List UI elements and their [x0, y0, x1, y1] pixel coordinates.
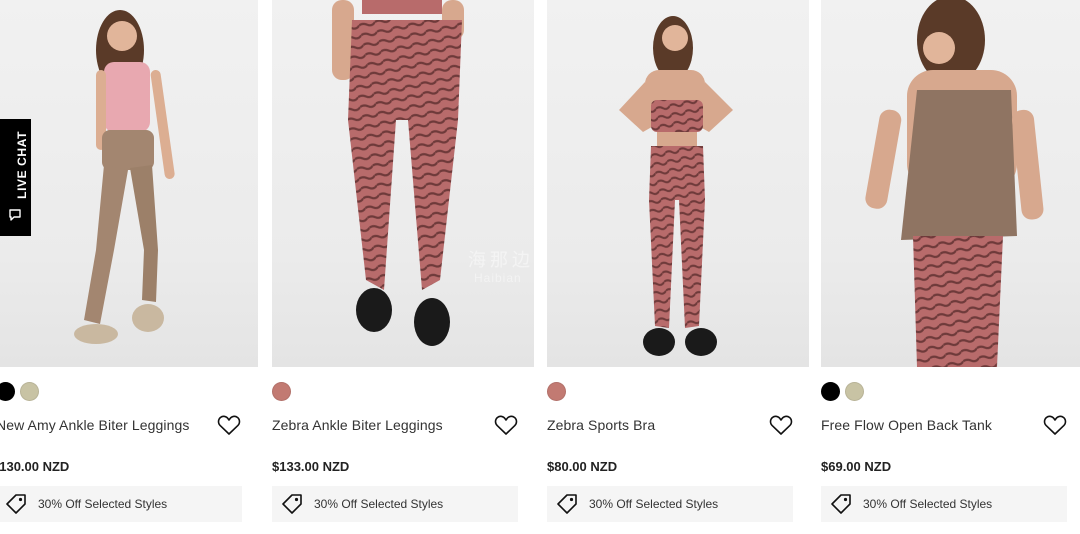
promo-badge[interactable]: 30% Off Selected Styles	[272, 486, 518, 522]
price-tag-icon	[282, 494, 302, 514]
price-tag-icon	[557, 494, 577, 514]
swatch-zebra-pink[interactable]	[272, 382, 291, 401]
promo-text: 30% Off Selected Styles	[589, 497, 719, 511]
product-photo[interactable]	[547, 0, 809, 367]
product-card[interactable]: Zebra Ankle Biter Leggings $133.00 NZD 3…	[272, 0, 534, 534]
promo-badge[interactable]: 30% Off Selected Styles	[547, 486, 793, 522]
chat-icon	[9, 209, 21, 221]
promo-badge[interactable]: 30% Off Selected Styles	[0, 486, 242, 522]
color-swatches	[272, 382, 291, 402]
live-chat-button[interactable]: LIVE CHAT	[0, 119, 31, 236]
promo-text: 30% Off Selected Styles	[863, 497, 993, 511]
product-photo[interactable]	[272, 0, 534, 367]
color-swatches	[0, 382, 39, 402]
swatch-black[interactable]	[821, 382, 840, 401]
product-photo[interactable]	[0, 0, 258, 367]
product-grid: New Amy Ankle Biter Leggings $130.00 NZD…	[0, 0, 1080, 534]
swatch-sage[interactable]	[20, 382, 39, 401]
heart-icon[interactable]	[217, 414, 241, 436]
color-swatches	[821, 382, 864, 402]
product-name[interactable]: Free Flow Open Back Tank	[821, 417, 1031, 433]
price-tag-icon	[6, 494, 26, 514]
swatch-sage[interactable]	[845, 382, 864, 401]
promo-text: 30% Off Selected Styles	[38, 497, 168, 511]
live-chat-label: LIVE CHAT	[15, 131, 29, 199]
heart-icon[interactable]	[1043, 414, 1067, 436]
product-card[interactable]: Zebra Sports Bra $80.00 NZD 30% Off Sele…	[547, 0, 809, 534]
swatch-zebra-pink[interactable]	[547, 382, 566, 401]
product-card[interactable]: Free Flow Open Back Tank $69.00 NZD 30% …	[821, 0, 1080, 534]
product-price: $130.00 NZD	[0, 459, 70, 474]
price-tag-icon	[831, 494, 851, 514]
product-price: $133.00 NZD	[272, 459, 350, 474]
product-photo[interactable]	[821, 0, 1080, 367]
product-price: $69.00 NZD	[821, 459, 892, 474]
promo-text: 30% Off Selected Styles	[314, 497, 444, 511]
product-name[interactable]: Zebra Ankle Biter Leggings	[272, 417, 482, 433]
product-card[interactable]: New Amy Ankle Biter Leggings $130.00 NZD…	[0, 0, 258, 534]
product-price: $80.00 NZD	[547, 459, 618, 474]
promo-badge[interactable]: 30% Off Selected Styles	[821, 486, 1067, 522]
product-name[interactable]: Zebra Sports Bra	[547, 417, 757, 433]
heart-icon[interactable]	[494, 414, 518, 436]
color-swatches	[547, 382, 566, 402]
heart-icon[interactable]	[769, 414, 793, 436]
swatch-black[interactable]	[0, 382, 15, 401]
product-name[interactable]: New Amy Ankle Biter Leggings	[0, 417, 206, 433]
